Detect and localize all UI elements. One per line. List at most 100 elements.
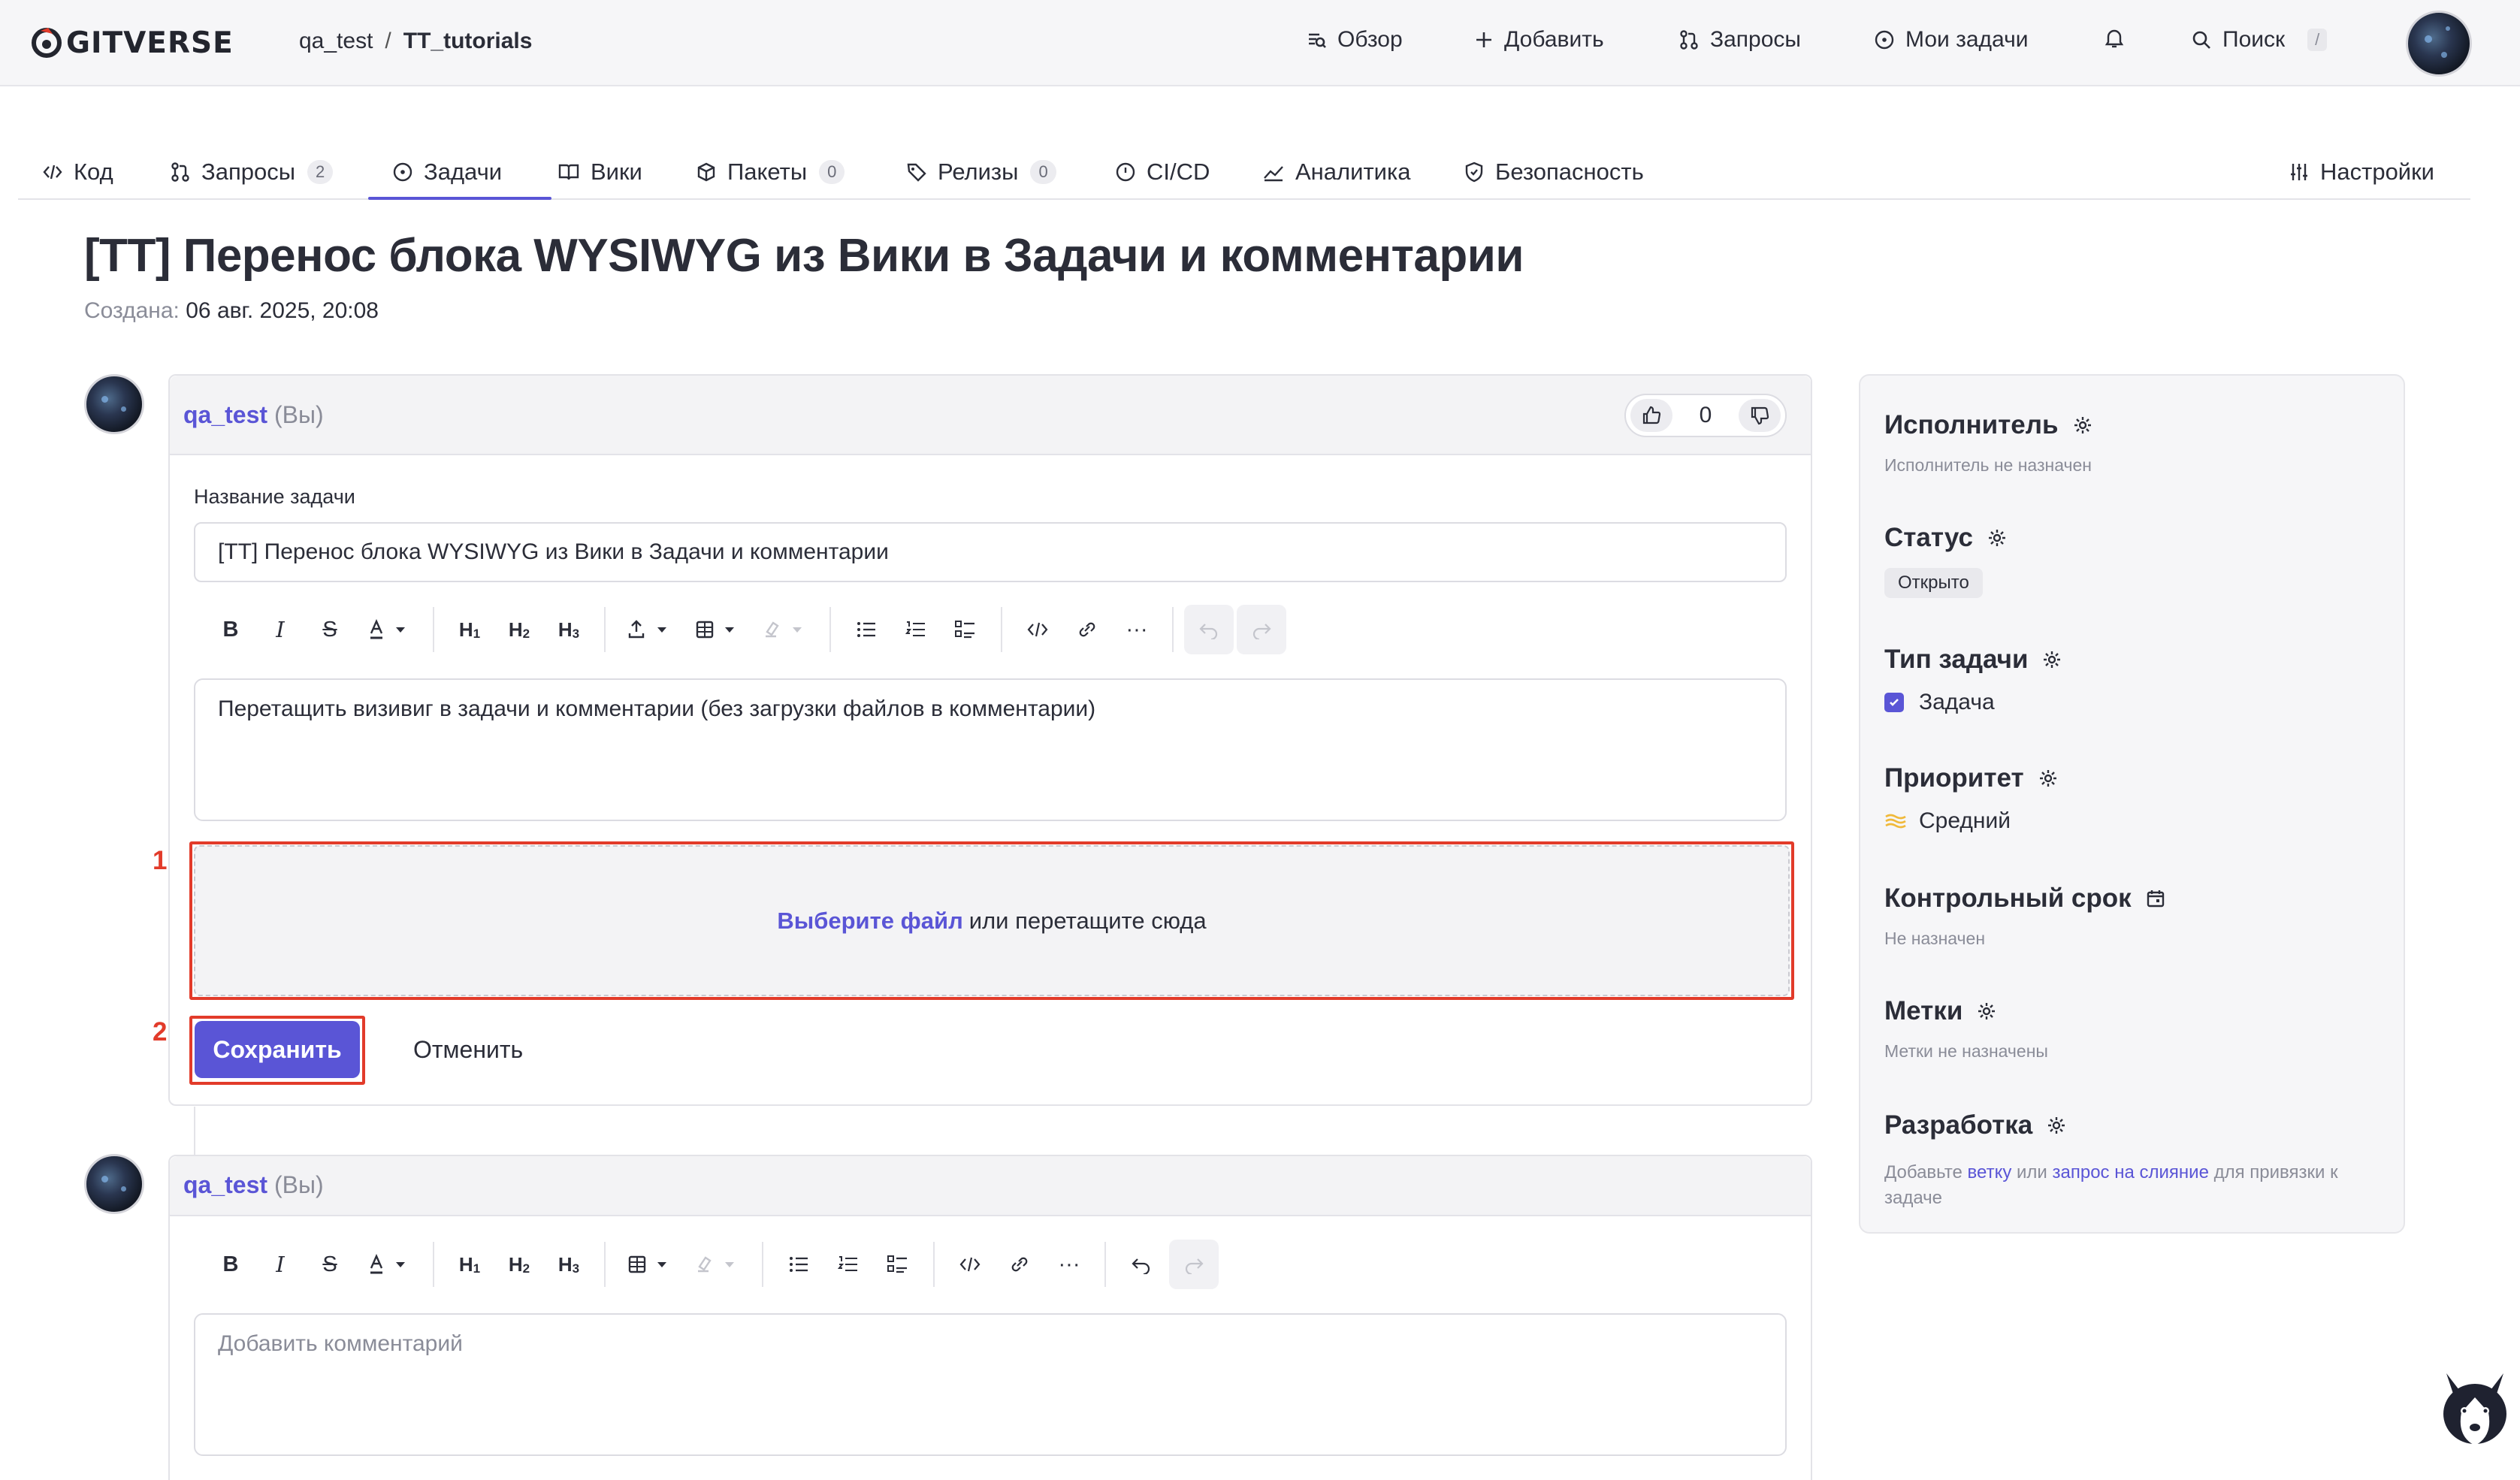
nav-overview[interactable]: Обзор	[1306, 27, 1403, 53]
text-color-dropdown[interactable]	[355, 605, 422, 654]
tab-settings[interactable]: Настройки	[2289, 155, 2434, 189]
gitverse-logo[interactable]: GITVERSE	[30, 26, 234, 60]
highlight-dropdown[interactable]	[751, 605, 819, 654]
more-button[interactable]: ···	[1112, 605, 1162, 654]
user-avatar[interactable]	[2406, 11, 2472, 77]
assignee-value: Исполнитель не назначен	[1884, 455, 2092, 475]
task-list-button[interactable]	[941, 605, 990, 654]
bullet-list-button[interactable]	[842, 605, 891, 654]
development-hint: Добавьте ветку или запрос на слияние для…	[1884, 1160, 2395, 1211]
gear-icon[interactable]	[2038, 768, 2059, 789]
assignee-section[interactable]: Исполнитель	[1884, 410, 2093, 440]
priority-section[interactable]: Приоритет	[1884, 763, 2059, 793]
tab-packages-count: 0	[819, 160, 845, 184]
undo-button[interactable]	[1116, 1240, 1166, 1289]
type-value-label: Задача	[1919, 690, 1995, 714]
comment-author-link[interactable]: qa_test	[183, 1171, 267, 1198]
bold-glyph: B	[222, 1252, 239, 1276]
add-merge-request-link[interactable]: запрос на слияние	[2053, 1162, 2209, 1182]
italic-button[interactable]: I	[255, 1240, 305, 1289]
task-name-input[interactable]: [TT] Перенос блока WYSIWYG из Вики в Зад…	[194, 522, 1787, 582]
undo-button[interactable]	[1184, 605, 1234, 654]
bullet-list-button[interactable]	[774, 1240, 823, 1289]
gear-icon[interactable]	[2041, 649, 2062, 670]
more-button[interactable]: ···	[1044, 1240, 1094, 1289]
search-button[interactable]: Поиск /	[2191, 27, 2328, 53]
status-section[interactable]: Статус	[1884, 523, 2008, 553]
table-dropdown[interactable]	[616, 1240, 684, 1289]
task-body-editor[interactable]: Перетащить визивиг в задачи и комментари…	[194, 678, 1787, 821]
h1-sub: 1	[473, 626, 481, 641]
cancel-button[interactable]: Отменить	[386, 1021, 550, 1078]
tab-security[interactable]: Безопасность	[1464, 155, 1644, 189]
code-button[interactable]	[1013, 605, 1062, 654]
development-section[interactable]: Разработка	[1884, 1110, 2067, 1140]
italic-button[interactable]: I	[255, 605, 305, 654]
top-bar: GITVERSE qa_test / TT_tutorials Обзор До…	[0, 0, 2520, 86]
vote-control: 0	[1624, 394, 1787, 437]
mascot-assistant-button[interactable]	[2439, 1367, 2511, 1450]
upvote-button[interactable]	[1630, 399, 1672, 432]
add-branch-link[interactable]: ветку	[1968, 1162, 2012, 1182]
task-list-button[interactable]	[873, 1240, 923, 1289]
redo-button[interactable]	[1237, 605, 1286, 654]
link-button[interactable]	[995, 1240, 1044, 1289]
tab-code[interactable]: Код	[42, 155, 113, 189]
commenter-avatar[interactable]	[84, 1154, 144, 1214]
gear-icon[interactable]	[2046, 1115, 2067, 1136]
ordered-list-button[interactable]	[823, 1240, 873, 1289]
pull-request-icon	[171, 162, 189, 182]
heading-1-button[interactable]: H1	[445, 605, 494, 654]
tab-cicd[interactable]: CI/CD	[1115, 155, 1210, 189]
strike-button[interactable]: S	[305, 605, 355, 654]
author-link[interactable]: qa_test	[183, 401, 267, 428]
heading-2-button[interactable]: H2	[494, 605, 544, 654]
table-dropdown[interactable]	[684, 605, 751, 654]
status-title: Статус	[1884, 523, 1973, 552]
save-button[interactable]: Сохранить	[195, 1021, 360, 1078]
highlight-dropdown[interactable]	[684, 1240, 751, 1289]
type-section[interactable]: Тип задачи	[1884, 645, 2062, 675]
breadcrumb-repo[interactable]: TT_tutorials	[403, 29, 533, 54]
highlighter-icon	[698, 1256, 734, 1273]
text-color-dropdown[interactable]	[355, 1240, 422, 1289]
undo-icon	[1199, 624, 1218, 639]
bold-button[interactable]: B	[206, 605, 255, 654]
nav-my-tasks[interactable]: Мои задачи	[1874, 27, 2028, 53]
tab-wiki[interactable]: Вики	[557, 155, 642, 189]
nav-add[interactable]: Добавить	[1474, 27, 1604, 53]
heading-3-button[interactable]: H3	[544, 605, 594, 654]
ordered-list-button[interactable]	[891, 605, 941, 654]
tab-requests[interactable]: Запросы 2	[170, 155, 334, 189]
heading-1-button[interactable]: H1	[445, 1240, 494, 1289]
tab-releases[interactable]: Релизы 0	[906, 155, 1056, 189]
gear-icon[interactable]	[1976, 1001, 1997, 1022]
heading-2-button[interactable]: H2	[494, 1240, 544, 1289]
tab-packages[interactable]: Пакеты 0	[696, 155, 845, 189]
redo-button[interactable]	[1169, 1240, 1219, 1289]
gear-icon[interactable]	[2072, 415, 2093, 436]
gear-icon[interactable]	[1987, 527, 2008, 548]
downvote-button[interactable]	[1739, 399, 1781, 432]
strike-button[interactable]: S	[305, 1240, 355, 1289]
file-dropzone[interactable]: Выберите файл или перетащите сюда	[194, 845, 1790, 996]
comment-input[interactable]: Добавить комментарий	[194, 1313, 1787, 1456]
toolbar-separator	[829, 607, 831, 652]
upload-dropdown[interactable]	[616, 605, 684, 654]
link-button[interactable]	[1062, 605, 1112, 654]
deadline-section[interactable]: Контрольный срок	[1884, 883, 2166, 914]
bold-button[interactable]: B	[206, 1240, 255, 1289]
breadcrumb-owner[interactable]: qa_test	[299, 29, 373, 54]
tab-issues[interactable]: Задачи	[392, 155, 502, 189]
heading-3-button[interactable]: H3	[544, 1240, 594, 1289]
redo-icon	[1252, 624, 1271, 639]
calendar-icon[interactable]	[2145, 888, 2166, 909]
code-button[interactable]	[945, 1240, 995, 1289]
author-avatar[interactable]	[84, 374, 144, 434]
choose-file-link[interactable]: Выберите файл	[777, 908, 962, 935]
notifications-button[interactable]	[2104, 27, 2135, 50]
labels-section[interactable]: Метки	[1884, 996, 1997, 1026]
nav-requests[interactable]: Запросы	[1678, 27, 1801, 53]
tab-releases-label: Релизы	[938, 159, 1019, 185]
tab-analytics[interactable]: Аналитика	[1262, 155, 1410, 189]
